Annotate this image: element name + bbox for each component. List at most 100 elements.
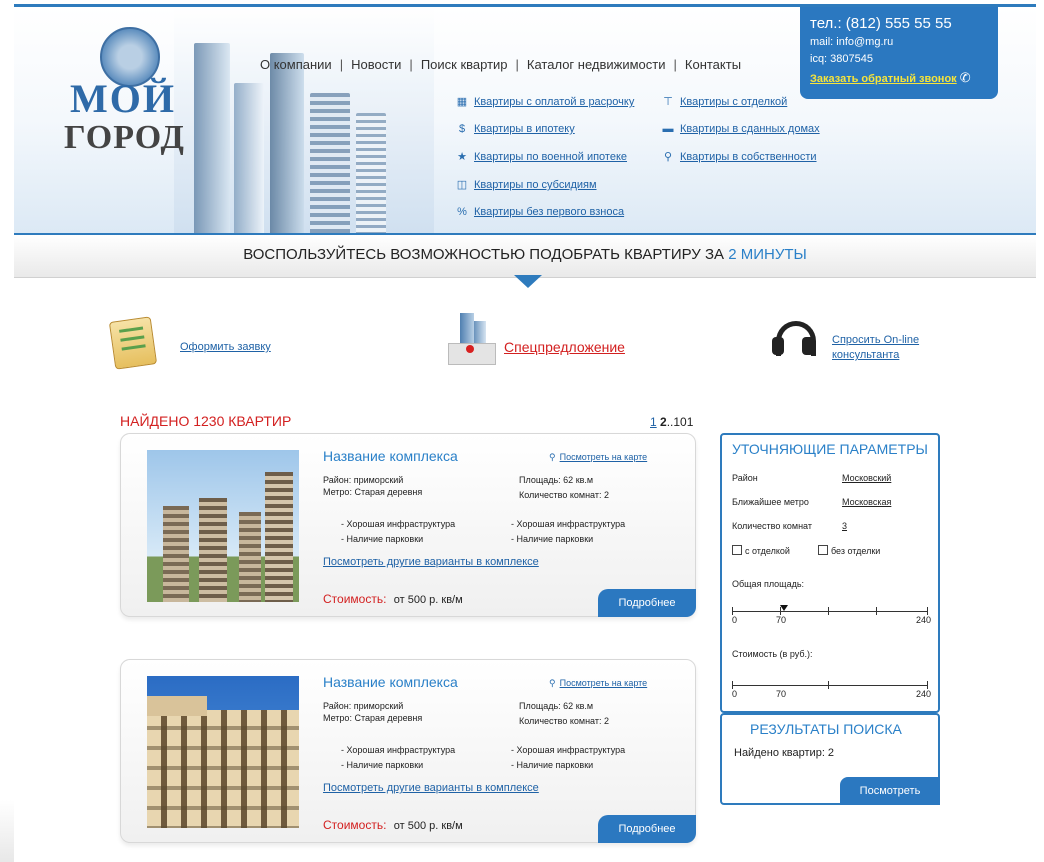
sublink-owned: ⚲ Квартиры в собственности — [663, 151, 817, 163]
callback-link[interactable]: Заказать обратный звонок — [810, 73, 957, 85]
contact-phone: тел.: (812) 555 55 55 — [810, 15, 952, 32]
sublinks-right: ⊤ Квартиры с отделкой ▬ Квартиры в сданных… — [662, 95, 820, 178]
nav-contacts[interactable]: Контакты — [685, 57, 741, 72]
feature-item: - Наличие парковки — [341, 760, 424, 770]
results-title: РЕЗУЛЬТАТЫ ПОИСКА — [750, 721, 902, 737]
promo-banner: ВОСПОЛЬЗУЙТЕСЬ ВОЗМОЖНОСТЬЮ ПОДОБРАТЬ КВ… — [14, 233, 1036, 278]
header: МОЙ ГОРОД О компании | Новости | Поиск кварт… — [14, 7, 1036, 233]
sublink-nodeposit: % Квартиры без первого взноса — [457, 206, 625, 218]
page-last-link[interactable]: ..101 — [667, 415, 694, 429]
details-button[interactable]: Подробнее — [598, 815, 696, 843]
other-variants-link[interactable]: Посмотреть другие варианты в комплексе — [323, 782, 539, 794]
contact-icq: icq: 3807545 — [810, 53, 873, 65]
results-panel: РЕЗУЛЬТАТЫ ПОИСКА Найдено квартир: 2 Пос… — [720, 713, 940, 805]
filter-district-row: Район Московский — [732, 473, 892, 483]
main-nav: О компании | Новости | Поиск квартир | Каталог… — [260, 57, 742, 72]
calendar-icon: ▦ — [456, 96, 468, 108]
sublink-military: ★ Квартиры по военной ипотеке — [457, 151, 628, 163]
other-variants-link[interactable]: Посмотреть другие варианты в комплексе — [323, 556, 539, 568]
nav-news[interactable]: Новости — [351, 57, 401, 72]
logo-text-top: МОЙ — [70, 76, 176, 121]
results-count: Найдено квартир: 2 — [734, 747, 835, 759]
filter-title: УТОЧНЯЮЩИЕ ПАРАМЕТРЫ — [732, 441, 928, 457]
area-text: Площадь: 62 кв.м — [519, 475, 594, 485]
complex-title[interactable]: Название комплекса — [323, 674, 458, 690]
rooms-text: Количество комнат: 2 — [519, 490, 609, 500]
buildings-gift-icon — [442, 313, 498, 365]
page-1-link[interactable]: 1 — [650, 415, 657, 429]
percent-icon: % — [457, 206, 467, 218]
listing-card: Название комплекса ⚲ Посмотреть на карте … — [120, 659, 696, 843]
logo[interactable]: МОЙ ГОРОД — [62, 25, 192, 156]
sublink-finished: ⊤ Квартиры с отделкой — [663, 96, 788, 108]
page-2-link[interactable]: 2 — [660, 415, 667, 429]
cost-slider[interactable]: 0 70 240 — [732, 679, 931, 699]
filter-panel: УТОЧНЯЮЩИЕ ПАРАМЕТРЫ Район Московский Бл… — [720, 433, 940, 713]
sublinks-left: ▦ Квартиры с оплатой в расрочку $ Квартиры… — [456, 95, 635, 233]
banner-text: ВОСПОЛЬЗУЙТЕСЬ ВОЗМОЖНОСТЬЮ ПОДОБРАТЬ КВ… — [243, 246, 725, 263]
details-button[interactable]: Подробнее — [598, 589, 696, 617]
sublink-mortgage: $ Квартиры в ипотеку — [456, 123, 634, 135]
complex-title[interactable]: Название комплекса — [323, 448, 458, 464]
rooms-text: Количество комнат: 2 — [519, 716, 609, 726]
sublink-installment: ▦ Квартиры с оплатой в расрочку — [456, 96, 635, 108]
nav-catalog[interactable]: Каталог недвижимости — [527, 57, 666, 72]
skyline-image — [174, 7, 434, 233]
view-results-button[interactable]: Посмотреть — [840, 777, 940, 805]
map-pin-icon: ⚲ — [549, 452, 556, 462]
sublink-subsidy: ◫ Квартиры по субсидиям — [456, 179, 597, 191]
price: Стоимость: от 500 р. кв/м — [323, 818, 463, 832]
cost-label: Стоимость (в руб.): — [732, 649, 813, 659]
nofinish-checkbox-row: без отделки — [818, 545, 880, 556]
house-icon: ▬ — [662, 123, 674, 135]
area-label: Общая площадь: — [732, 579, 805, 589]
banner-highlight: 2 МИНУТЫ — [728, 246, 807, 263]
order-link[interactable]: Оформить заявку — [180, 341, 271, 353]
nav-search[interactable]: Поиск квартир — [421, 57, 508, 72]
document-icon: ◫ — [456, 179, 468, 191]
filter-metro-row: Ближайшее метро Московская — [732, 497, 892, 507]
district-select[interactable]: Московский — [842, 473, 891, 483]
map-link: ⚲ Посмотреть на карте — [549, 452, 648, 462]
feature-item: - Наличие парковки — [511, 534, 594, 544]
filter-rooms-row: Количество комнат 3 — [732, 521, 848, 531]
district-text: Район: приморский — [323, 475, 404, 485]
area-text: Площадь: 62 кв.м — [519, 701, 594, 711]
sublink-delivered: ▬ Квартиры в сданных домах — [662, 123, 820, 135]
page-edge-shadow — [0, 800, 14, 862]
banner-arrow-icon — [514, 275, 542, 288]
map-link: ⚲ Посмотреть на карте — [549, 678, 648, 688]
key-icon: ⚲ — [663, 151, 673, 163]
special-offer-link[interactable]: Спецпредложение — [504, 339, 625, 355]
feature-item: - Наличие парковки — [511, 760, 594, 770]
dollar-icon: $ — [458, 123, 466, 135]
results-count-title: НАЙДЕНО 1230 КВАРТИР — [120, 413, 292, 429]
nav-about[interactable]: О компании — [260, 57, 332, 72]
page: МОЙ ГОРОД О компании | Новости | Поиск кварт… — [14, 4, 1036, 862]
pagination: 1 2..101 — [650, 415, 693, 429]
feature-item: - Хорошая инфраструктура — [511, 519, 626, 529]
map-pin-icon: ⚲ — [549, 678, 556, 688]
area-slider[interactable]: 0 70 240 — [732, 605, 931, 625]
finish-checkbox-row: с отделкой — [732, 545, 790, 556]
metro-text: Метро: Старая деревня — [323, 487, 423, 497]
finish-checkbox[interactable] — [732, 545, 742, 555]
feature-item: - Хорошая инфраструктура — [511, 745, 626, 755]
logo-text-bottom: ГОРОД — [64, 119, 185, 156]
complex-photo — [147, 676, 299, 828]
headset-icon — [772, 319, 816, 367]
rooms-select[interactable]: 3 — [842, 521, 847, 531]
price: Стоимость: от 500 р. кв/м — [323, 592, 463, 606]
paint-roller-icon: ⊤ — [663, 96, 673, 108]
listing-card: Название комплекса ⚲ Посмотреть на карте … — [120, 433, 696, 617]
star-icon: ★ — [457, 151, 467, 163]
slider-handle-icon[interactable] — [780, 605, 788, 611]
contact-box: тел.: (812) 555 55 55 mail: info@mg.ru i… — [800, 7, 998, 99]
metro-text: Метро: Старая деревня — [323, 713, 423, 723]
metro-select[interactable]: Московская — [842, 497, 891, 507]
checklist-icon — [108, 316, 158, 370]
consult-link[interactable]: Спросить On-line консультанта — [832, 333, 919, 363]
complex-photo — [147, 450, 299, 602]
district-text: Район: приморский — [323, 701, 404, 711]
nofinish-checkbox[interactable] — [818, 545, 828, 555]
